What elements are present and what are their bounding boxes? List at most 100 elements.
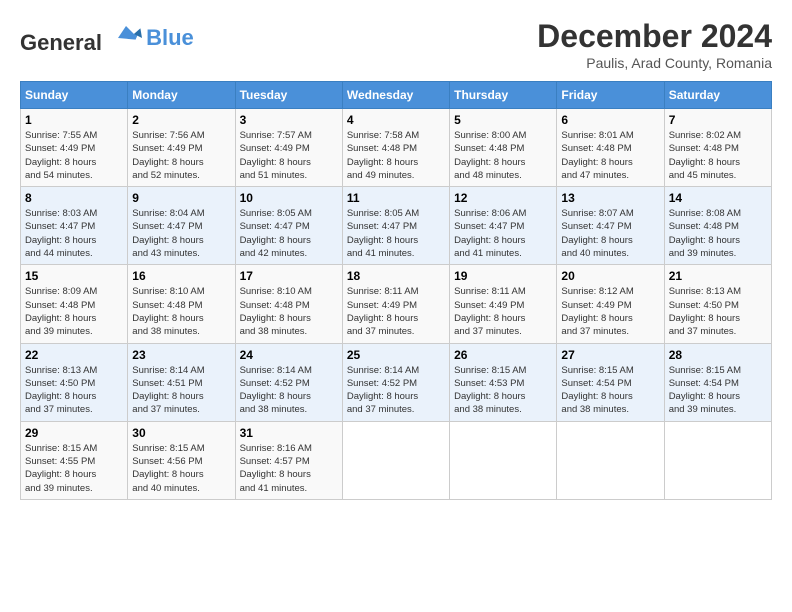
day-info: Sunrise: 8:07 AM Sunset: 4:47 PM Dayligh…	[561, 207, 659, 260]
calendar-cell: 5 Sunrise: 8:00 AM Sunset: 4:48 PM Daylig…	[450, 109, 557, 187]
day-of-week-header: Friday	[557, 82, 664, 109]
day-info: Sunrise: 8:16 AM Sunset: 4:57 PM Dayligh…	[240, 442, 338, 495]
day-number: 24	[240, 348, 338, 362]
day-info: Sunrise: 8:05 AM Sunset: 4:47 PM Dayligh…	[240, 207, 338, 260]
calendar-cell: 21 Sunrise: 8:13 AM Sunset: 4:50 PM Dayli…	[664, 265, 771, 343]
calendar-cell	[450, 421, 557, 499]
calendar-cell	[557, 421, 664, 499]
day-number: 29	[25, 426, 123, 440]
calendar-cell: 18 Sunrise: 8:11 AM Sunset: 4:49 PM Dayli…	[342, 265, 449, 343]
day-info: Sunrise: 8:03 AM Sunset: 4:47 PM Dayligh…	[25, 207, 123, 260]
day-info: Sunrise: 8:15 AM Sunset: 4:53 PM Dayligh…	[454, 364, 552, 417]
calendar-week-row: 29 Sunrise: 8:15 AM Sunset: 4:55 PM Dayli…	[21, 421, 772, 499]
calendar-cell: 24 Sunrise: 8:14 AM Sunset: 4:52 PM Dayli…	[235, 343, 342, 421]
day-number: 28	[669, 348, 767, 362]
day-number: 30	[132, 426, 230, 440]
day-number: 6	[561, 113, 659, 127]
day-info: Sunrise: 7:56 AM Sunset: 4:49 PM Dayligh…	[132, 129, 230, 182]
day-number: 19	[454, 269, 552, 283]
day-info: Sunrise: 8:08 AM Sunset: 4:48 PM Dayligh…	[669, 207, 767, 260]
day-number: 20	[561, 269, 659, 283]
calendar-cell: 31 Sunrise: 8:16 AM Sunset: 4:57 PM Dayli…	[235, 421, 342, 499]
day-info: Sunrise: 8:02 AM Sunset: 4:48 PM Dayligh…	[669, 129, 767, 182]
day-info: Sunrise: 8:00 AM Sunset: 4:48 PM Dayligh…	[454, 129, 552, 182]
calendar-cell: 16 Sunrise: 8:10 AM Sunset: 4:48 PM Dayli…	[128, 265, 235, 343]
calendar-cell: 20 Sunrise: 8:12 AM Sunset: 4:49 PM Dayli…	[557, 265, 664, 343]
day-info: Sunrise: 8:09 AM Sunset: 4:48 PM Dayligh…	[25, 285, 123, 338]
day-info: Sunrise: 8:14 AM Sunset: 4:52 PM Dayligh…	[240, 364, 338, 417]
calendar-cell: 19 Sunrise: 8:11 AM Sunset: 4:49 PM Dayli…	[450, 265, 557, 343]
calendar-cell: 14 Sunrise: 8:08 AM Sunset: 4:48 PM Dayli…	[664, 187, 771, 265]
day-number: 11	[347, 191, 445, 205]
day-number: 31	[240, 426, 338, 440]
day-info: Sunrise: 7:57 AM Sunset: 4:49 PM Dayligh…	[240, 129, 338, 182]
calendar-cell: 6 Sunrise: 8:01 AM Sunset: 4:48 PM Daylig…	[557, 109, 664, 187]
day-info: Sunrise: 8:04 AM Sunset: 4:47 PM Dayligh…	[132, 207, 230, 260]
day-number: 18	[347, 269, 445, 283]
calendar-header-row: SundayMondayTuesdayWednesdayThursdayFrid…	[21, 82, 772, 109]
day-number: 26	[454, 348, 552, 362]
day-info: Sunrise: 8:10 AM Sunset: 4:48 PM Dayligh…	[240, 285, 338, 338]
day-number: 9	[132, 191, 230, 205]
day-of-week-header: Wednesday	[342, 82, 449, 109]
day-info: Sunrise: 8:11 AM Sunset: 4:49 PM Dayligh…	[347, 285, 445, 338]
calendar-cell: 17Sunrise: 8:10 AM Sunset: 4:48 PM Dayli…	[235, 265, 342, 343]
day-info: Sunrise: 8:14 AM Sunset: 4:52 PM Dayligh…	[347, 364, 445, 417]
day-info: Sunrise: 8:05 AM Sunset: 4:47 PM Dayligh…	[347, 207, 445, 260]
calendar-cell	[342, 421, 449, 499]
day-number: 16	[132, 269, 230, 283]
logo-blue: Blue	[146, 25, 194, 51]
calendar-week-row: 1 Sunrise: 7:55 AM Sunset: 4:49 PM Daylig…	[21, 109, 772, 187]
day-number: 10	[240, 191, 338, 205]
day-info: Sunrise: 7:55 AM Sunset: 4:49 PM Dayligh…	[25, 129, 123, 182]
location: Paulis, Arad County, Romania	[537, 55, 772, 71]
day-number: 3	[240, 113, 338, 127]
logo-text: General Blue	[20, 18, 194, 55]
day-info: Sunrise: 8:12 AM Sunset: 4:49 PM Dayligh…	[561, 285, 659, 338]
calendar-cell: 8 Sunrise: 8:03 AM Sunset: 4:47 PM Daylig…	[21, 187, 128, 265]
day-of-week-header: Thursday	[450, 82, 557, 109]
day-number: 22	[25, 348, 123, 362]
calendar-cell: 28Sunrise: 8:15 AM Sunset: 4:54 PM Dayli…	[664, 343, 771, 421]
logo: General Blue	[20, 18, 194, 55]
page-container: General Blue December 2024 Paulis, Arad …	[0, 0, 792, 510]
calendar-cell: 3 Sunrise: 7:57 AM Sunset: 4:49 PM Daylig…	[235, 109, 342, 187]
day-of-week-header: Tuesday	[235, 82, 342, 109]
day-number: 5	[454, 113, 552, 127]
calendar-cell: 13 Sunrise: 8:07 AM Sunset: 4:47 PM Dayli…	[557, 187, 664, 265]
calendar-cell: 26 Sunrise: 8:15 AM Sunset: 4:53 PM Dayli…	[450, 343, 557, 421]
day-number: 25	[347, 348, 445, 362]
day-of-week-header: Saturday	[664, 82, 771, 109]
day-number: 1	[25, 113, 123, 127]
calendar-cell: 15Sunrise: 8:09 AM Sunset: 4:48 PM Dayli…	[21, 265, 128, 343]
calendar-cell: 9 Sunrise: 8:04 AM Sunset: 4:47 PM Daylig…	[128, 187, 235, 265]
day-info: Sunrise: 8:01 AM Sunset: 4:48 PM Dayligh…	[561, 129, 659, 182]
day-info: Sunrise: 8:13 AM Sunset: 4:50 PM Dayligh…	[669, 285, 767, 338]
day-number: 21	[669, 269, 767, 283]
calendar-cell: 4Sunrise: 7:58 AM Sunset: 4:48 PM Daylig…	[342, 109, 449, 187]
day-number: 12	[454, 191, 552, 205]
day-info: Sunrise: 8:15 AM Sunset: 4:55 PM Dayligh…	[25, 442, 123, 495]
day-info: Sunrise: 8:15 AM Sunset: 4:54 PM Dayligh…	[561, 364, 659, 417]
day-info: Sunrise: 8:10 AM Sunset: 4:48 PM Dayligh…	[132, 285, 230, 338]
calendar-cell: 10 Sunrise: 8:05 AM Sunset: 4:47 PM Dayli…	[235, 187, 342, 265]
calendar-cell: 7Sunrise: 8:02 AM Sunset: 4:48 PM Daylig…	[664, 109, 771, 187]
calendar-cell: 23Sunrise: 8:14 AM Sunset: 4:51 PM Dayli…	[128, 343, 235, 421]
calendar-table: SundayMondayTuesdayWednesdayThursdayFrid…	[20, 81, 772, 500]
day-info: Sunrise: 8:13 AM Sunset: 4:50 PM Dayligh…	[25, 364, 123, 417]
day-number: 13	[561, 191, 659, 205]
day-info: Sunrise: 8:15 AM Sunset: 4:56 PM Dayligh…	[132, 442, 230, 495]
calendar-cell: 12 Sunrise: 8:06 AM Sunset: 4:47 PM Dayli…	[450, 187, 557, 265]
day-info: Sunrise: 8:14 AM Sunset: 4:51 PM Dayligh…	[132, 364, 230, 417]
day-number: 8	[25, 191, 123, 205]
calendar-week-row: 15Sunrise: 8:09 AM Sunset: 4:48 PM Dayli…	[21, 265, 772, 343]
day-number: 14	[669, 191, 767, 205]
calendar-week-row: 8 Sunrise: 8:03 AM Sunset: 4:47 PM Daylig…	[21, 187, 772, 265]
day-info: Sunrise: 8:11 AM Sunset: 4:49 PM Dayligh…	[454, 285, 552, 338]
calendar-cell: 1 Sunrise: 7:55 AM Sunset: 4:49 PM Daylig…	[21, 109, 128, 187]
calendar-cell: 2Sunrise: 7:56 AM Sunset: 4:49 PM Daylig…	[128, 109, 235, 187]
calendar-cell: 25 Sunrise: 8:14 AM Sunset: 4:52 PM Dayli…	[342, 343, 449, 421]
header: General Blue December 2024 Paulis, Arad …	[20, 18, 772, 71]
logo-bird-icon	[110, 18, 142, 50]
day-info: Sunrise: 8:06 AM Sunset: 4:47 PM Dayligh…	[454, 207, 552, 260]
